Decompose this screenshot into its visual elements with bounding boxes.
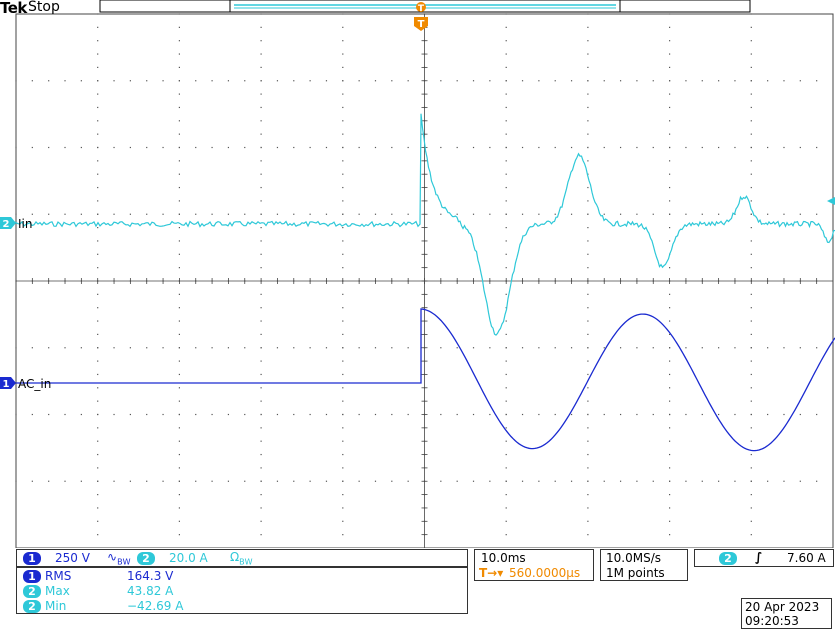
trigger-panel[interactable]: 2 ∫ 7.60 A: [694, 549, 834, 567]
vertical-settings-panel[interactable]: 1 250 V ∿BW 2 20.0 A ΩBW: [16, 549, 468, 567]
bandwidth-icon: ∿BW: [107, 550, 131, 567]
measurement-channel-badge: 2: [23, 585, 41, 598]
measurement-channel-badge: 2: [23, 600, 41, 613]
horizontal-scale: 10.0ms: [481, 551, 526, 565]
ch1-label: AC_in: [18, 377, 51, 391]
trigger-level: 7.60 A: [787, 551, 826, 565]
trigger-position-marker[interactable]: T: [414, 17, 428, 31]
ch2-label: Iin: [18, 217, 32, 231]
rising-edge-icon: ∫: [755, 550, 763, 564]
record-length: 1M points: [606, 566, 665, 580]
ch1-ground-marker[interactable]: 1: [0, 377, 16, 390]
svg-text:2: 2: [3, 219, 10, 230]
ch2-waveform: [9, 113, 835, 336]
graticule: [15, 13, 834, 548]
timebase-panel[interactable]: 10.0ms T→▾ 560.0000µs: [474, 549, 594, 581]
sample-rate: 10.0MS/s: [606, 551, 661, 565]
measurement-value: 43.82 A: [127, 584, 174, 598]
oscilloscope-screen: T T 2 Iin 1 AC_in: [0, 0, 835, 548]
measurement-name: RMS: [45, 569, 72, 583]
measurement-value: −42.69 A: [127, 599, 184, 613]
ch1-waveform: [16, 308, 835, 452]
trigger-delay-icon: T→▾: [479, 566, 504, 580]
ch2-scale: 20.0 A: [169, 551, 208, 565]
trigger-source-badge: 2: [719, 552, 737, 565]
trigger-delay: 560.0000µs: [509, 566, 581, 580]
brand-logo: Tek: [0, 0, 27, 17]
measurement-name: Max: [45, 584, 70, 598]
acquisition-status: Stop: [28, 0, 60, 15]
date: 20 Apr 2023: [745, 600, 820, 614]
svg-text:T: T: [418, 4, 425, 14]
datetime-panel: 20 Apr 2023 09:20:53: [741, 598, 832, 629]
svg-text:T: T: [418, 19, 425, 30]
ch2-ground-marker[interactable]: 2: [0, 217, 16, 230]
svg-text:1: 1: [3, 379, 10, 390]
ch1-scale: 250 V: [55, 551, 90, 565]
measurements-panel[interactable]: 1 RMS 164.3 V 2 Max 43.82 A 2 Min −42.69 A: [16, 567, 468, 614]
time: 09:20:53: [745, 614, 799, 628]
measurement-channel-badge: 1: [23, 570, 41, 583]
ch2-badge: 2: [137, 552, 155, 565]
ch1-badge: 1: [23, 552, 41, 565]
trigger-level-marker[interactable]: [827, 197, 835, 205]
acquisition-panel[interactable]: 10.0MS/s 1M points: [600, 549, 688, 581]
ohm-bandwidth-icon: ΩBW: [230, 550, 253, 567]
measurement-name: Min: [45, 599, 67, 613]
measurement-value: 164.3 V: [127, 569, 174, 583]
